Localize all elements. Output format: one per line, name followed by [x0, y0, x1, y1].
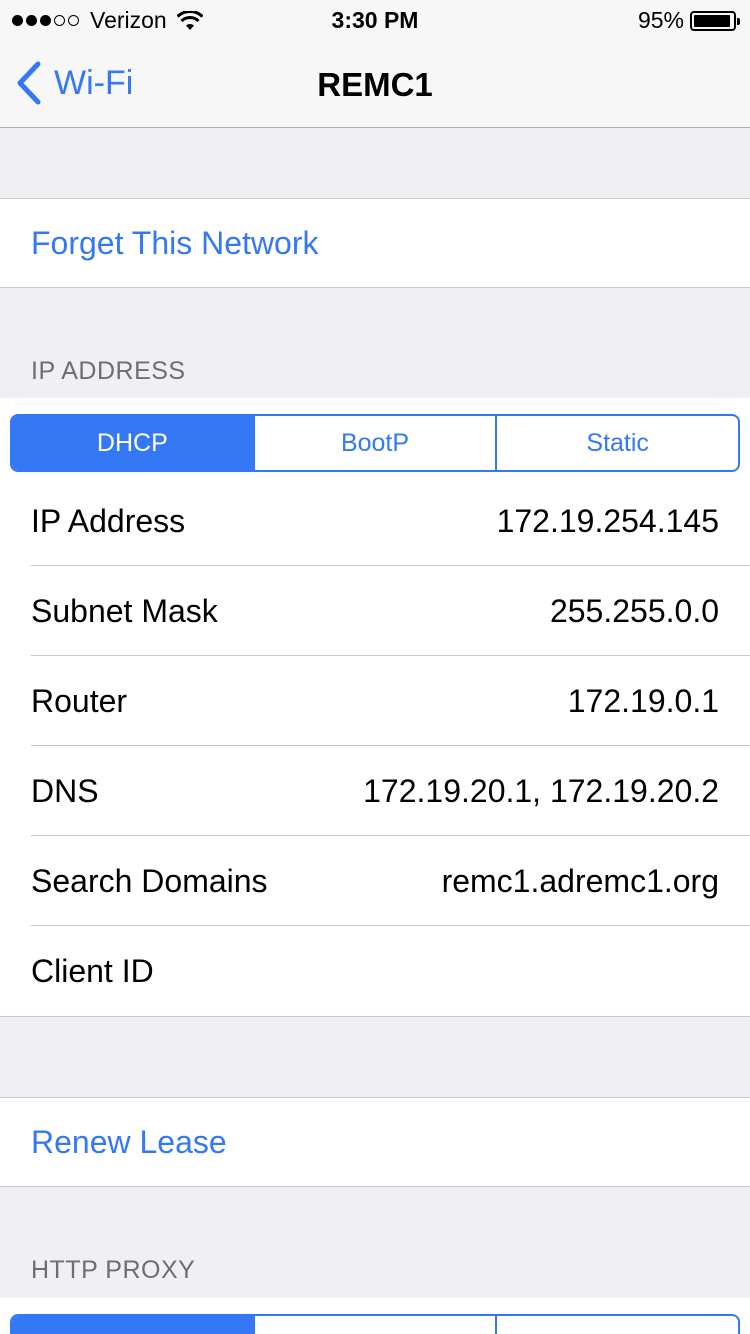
battery-icon — [690, 10, 740, 31]
http-proxy-section-header: HTTP PROXY — [31, 1256, 196, 1284]
forget-network-group: Forget This Network — [0, 198, 750, 288]
ip-details-group: IP Address 172.19.254.145 Subnet Mask 25… — [0, 476, 750, 1017]
ip-address-section-header: IP ADDRESS — [31, 357, 186, 385]
row-value: 172.19.0.1 — [567, 682, 719, 719]
segment-bootp[interactable]: BootP — [255, 416, 498, 470]
subnet-mask-row: Subnet Mask 255.255.0.0 — [0, 566, 750, 656]
router-row: Router 172.19.0.1 — [0, 656, 750, 746]
row-label: DNS — [31, 772, 99, 809]
renew-lease-button[interactable]: Renew Lease — [0, 1098, 750, 1186]
ip-address-row: IP Address 172.19.254.145 — [0, 476, 750, 566]
row-label: IP Address — [31, 502, 186, 539]
status-bar: Verizon 3:30 PM 95% — [0, 0, 750, 40]
page-title: REMC1 — [317, 66, 433, 103]
segment-proxy-auto[interactable] — [497, 1316, 738, 1334]
navigation-bar: Wi-Fi REMC1 — [0, 40, 750, 128]
row-value: 172.19.20.1, 172.19.20.2 — [363, 772, 719, 809]
search-domains-row: Search Domains remc1.adremc1.org — [0, 836, 750, 926]
client-id-row[interactable]: Client ID — [0, 926, 750, 1016]
segment-static[interactable]: Static — [497, 416, 738, 470]
row-label: Subnet Mask — [31, 592, 218, 629]
ip-mode-segment-container: DHCP BootP Static — [0, 398, 750, 476]
battery-fill — [694, 14, 731, 27]
segment-dhcp[interactable]: DHCP — [12, 416, 255, 470]
ip-mode-segmented-control: DHCP BootP Static — [10, 414, 740, 472]
row-value: 255.255.0.0 — [549, 592, 719, 629]
dns-row: DNS 172.19.20.1, 172.19.20.2 — [0, 746, 750, 836]
proxy-segment-container — [0, 1298, 750, 1334]
row-label: Client ID — [31, 952, 154, 989]
forget-network-button[interactable]: Forget This Network — [0, 199, 750, 287]
row-value: remc1.adremc1.org — [441, 862, 719, 899]
segment-proxy-manual[interactable] — [255, 1316, 498, 1334]
segment-proxy-off[interactable] — [12, 1316, 255, 1334]
row-value: 172.19.254.145 — [496, 502, 719, 539]
proxy-segmented-control — [10, 1314, 740, 1334]
row-label: Router — [31, 682, 128, 719]
row-label: Search Domains — [31, 862, 268, 899]
battery-percentage: 95% — [637, 7, 684, 33]
status-right: 95% — [637, 7, 740, 34]
renew-lease-group: Renew Lease — [0, 1097, 750, 1187]
